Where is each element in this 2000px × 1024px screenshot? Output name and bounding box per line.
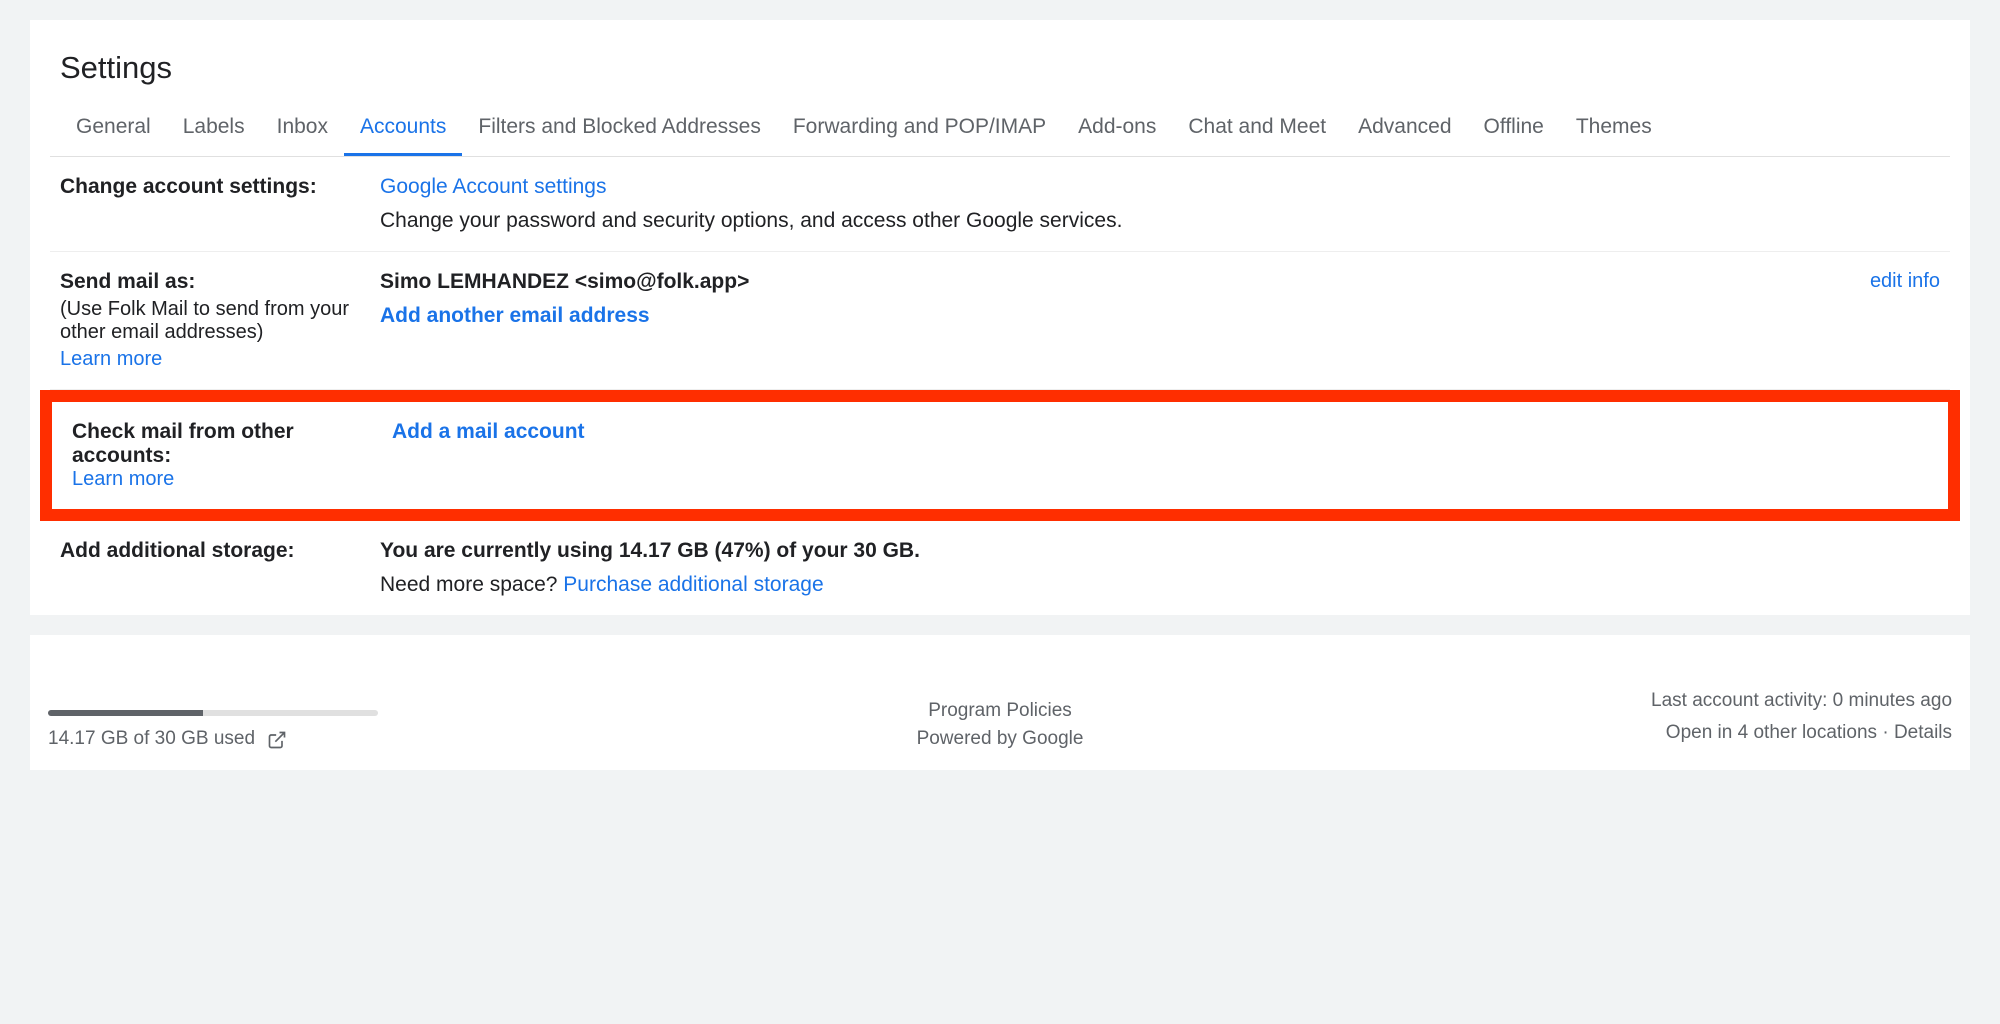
footer-center: Program Policies Powered by Google [683,700,1318,750]
section-label: Add additional storage: [60,539,380,597]
section-label: Change account settings: [60,175,380,233]
powered-by-label: Powered by Google [917,728,1084,749]
section-change-account: Change account settings: Google Account … [50,157,1950,252]
tab-chat[interactable]: Chat and Meet [1172,101,1342,156]
storage-text-row: 14.17 GB of 30 GB used [48,728,683,750]
section-storage: Add additional storage: You are currentl… [50,521,1950,615]
tab-themes[interactable]: Themes [1560,101,1668,156]
tab-inbox[interactable]: Inbox [261,101,344,156]
google-account-settings-link[interactable]: Google Account settings [380,175,606,198]
tab-offline[interactable]: Offline [1468,101,1560,156]
send-mail-as-desc: (Use Folk Mail to send from your other e… [60,298,360,344]
check-mail-learn-more-link[interactable]: Learn more [72,468,174,490]
change-account-desc: Change your password and security option… [380,209,1940,233]
add-another-email-link[interactable]: Add another email address [380,304,650,327]
storage-usage: You are currently using 14.17 GB (47%) o… [380,539,1940,563]
section-content: Google Account settings Change your pass… [380,175,1940,233]
footer-right: Last account activity: 0 minutes ago Ope… [1317,685,1952,750]
section-send-mail-as: Send mail as: (Use Folk Mail to send fro… [50,252,1950,390]
tab-filters[interactable]: Filters and Blocked Addresses [462,101,776,156]
footer-left: 14.17 GB of 30 GB used [48,710,683,750]
storage-used-text: 14.17 GB of 30 GB used [48,728,255,750]
settings-panel: Settings General Labels Inbox Accounts F… [30,20,1970,615]
section-label: Check mail from other accounts: Learn mo… [72,420,392,491]
send-mail-as-label: Send mail as: [60,270,360,294]
tab-forwarding[interactable]: Forwarding and POP/IMAP [777,101,1062,156]
last-activity-text: Last account activity: 0 minutes ago [1317,685,1952,717]
open-locations-text: Open in 4 other locations · [1666,722,1894,743]
add-mail-account-link[interactable]: Add a mail account [392,420,585,443]
section-content: Simo LEMHANDEZ <simo@folk.app> Add anoth… [380,270,1780,371]
change-account-label: Change account settings: [60,175,360,199]
open-in-new-icon[interactable] [267,730,285,748]
details-link[interactable]: Details [1894,722,1952,743]
section-right: edit info [1780,270,1940,371]
section-check-mail: Check mail from other accounts: Learn mo… [52,402,1948,509]
settings-tabs: General Labels Inbox Accounts Filters an… [50,101,1950,157]
footer: 14.17 GB of 30 GB used Program Policies … [30,635,1970,770]
tab-addons[interactable]: Add-ons [1062,101,1172,156]
section-label: Send mail as: (Use Folk Mail to send fro… [60,270,380,371]
purchase-storage-link[interactable]: Purchase additional storage [563,573,823,596]
section-content: You are currently using 14.17 GB (47%) o… [380,539,1940,597]
storage-fill [48,710,203,716]
highlight-annotation: Check mail from other accounts: Learn mo… [40,390,1960,521]
page-title: Settings [50,30,1950,101]
edit-info-link[interactable]: edit info [1870,270,1940,292]
send-mail-learn-more-link[interactable]: Learn more [60,348,162,370]
storage-prompt: Need more space? [380,573,563,596]
tab-labels[interactable]: Labels [167,101,261,156]
section-content: Add a mail account [392,420,1928,491]
tab-accounts[interactable]: Accounts [344,101,462,156]
check-mail-label: Check mail from other accounts: [72,420,372,468]
send-mail-email: Simo LEMHANDEZ <simo@folk.app> [380,270,1780,294]
storage-bar[interactable] [48,710,378,716]
storage-label: Add additional storage: [60,539,360,563]
program-policies-link[interactable]: Program Policies [928,700,1072,721]
tab-advanced[interactable]: Advanced [1342,101,1467,156]
tab-general[interactable]: General [60,101,167,156]
